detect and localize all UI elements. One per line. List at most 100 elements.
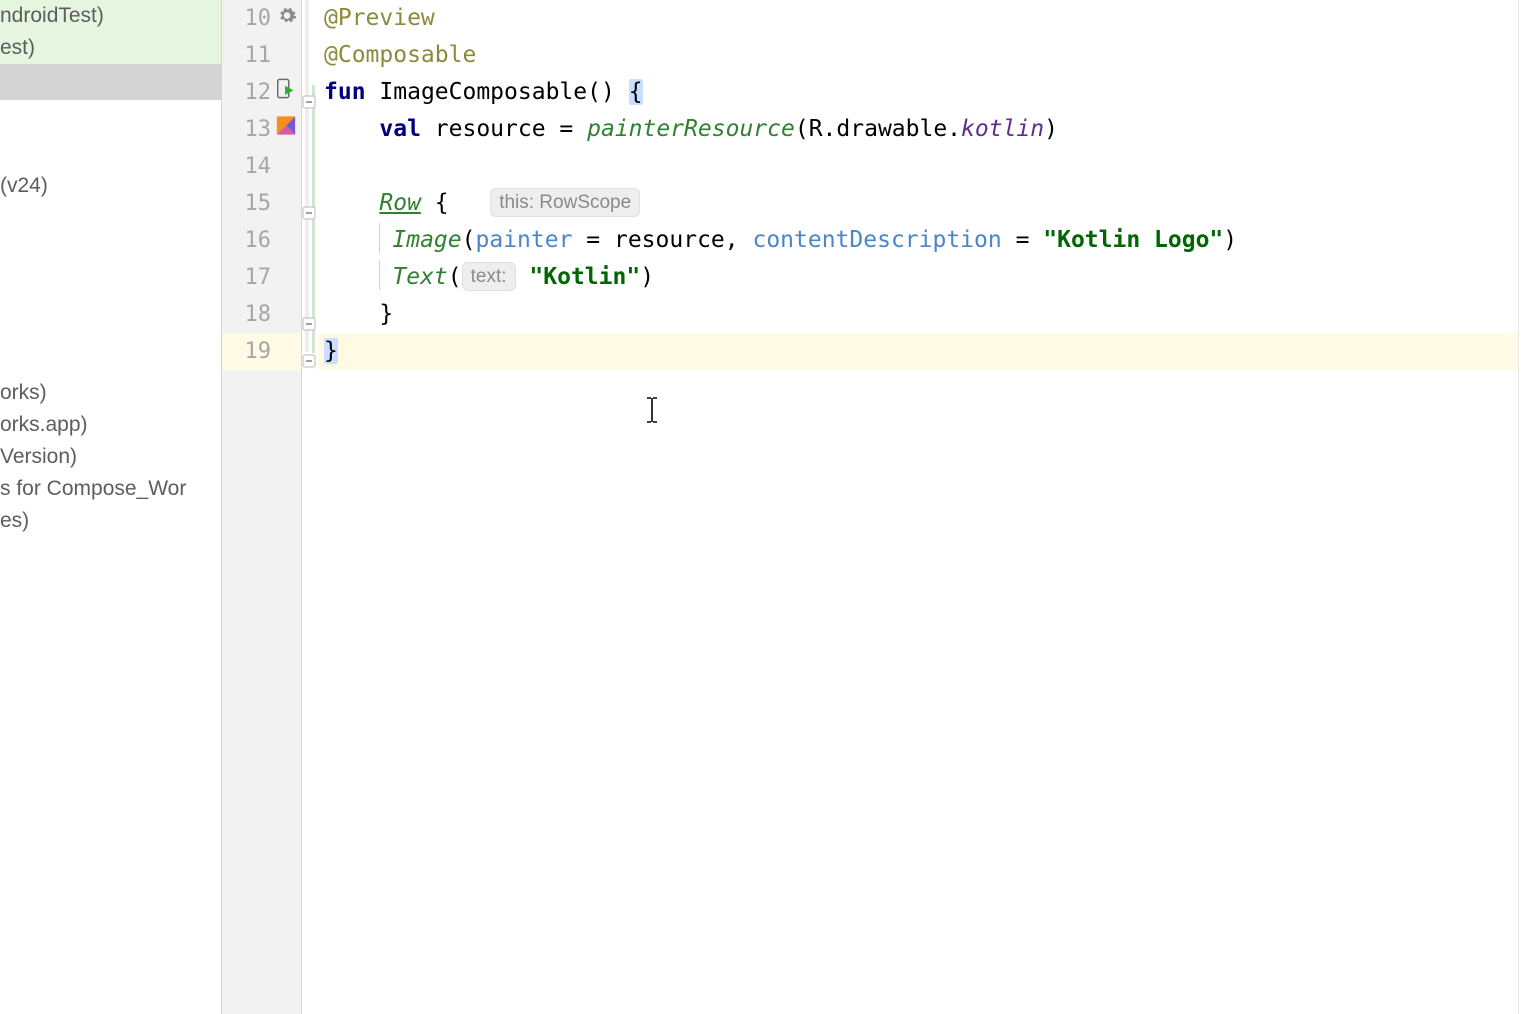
line-number-text: 14 bbox=[245, 154, 272, 179]
code-line[interactable]: } bbox=[318, 296, 1534, 333]
line-number[interactable]: 18 bbox=[222, 296, 301, 333]
brace: } bbox=[379, 301, 393, 327]
line-number-gutter[interactable]: 10 11 12 13 14 15 16 17 18 19 bbox=[222, 0, 302, 1014]
tree-item[interactable]: est) bbox=[0, 32, 221, 64]
text: = bbox=[572, 227, 614, 253]
function-call: Image bbox=[392, 227, 461, 253]
text: { bbox=[421, 190, 449, 216]
code-line[interactable] bbox=[318, 148, 1534, 185]
named-param: contentDescription bbox=[752, 227, 1001, 253]
tree-label: Version) bbox=[0, 445, 77, 468]
line-number-text: 15 bbox=[245, 191, 272, 216]
text: resource, bbox=[614, 227, 752, 253]
inlay-hint: this: RowScope bbox=[490, 188, 640, 217]
indent-guide bbox=[379, 223, 380, 253]
indent bbox=[324, 227, 379, 253]
text: ( bbox=[448, 264, 462, 290]
text bbox=[421, 116, 435, 142]
named-param: painter bbox=[476, 227, 573, 253]
line-number[interactable]: 17 bbox=[222, 259, 301, 296]
annotation: @Composable bbox=[324, 42, 476, 68]
line-number[interactable]: 15 bbox=[222, 185, 301, 222]
code-line[interactable]: fun ImageComposable() { bbox=[318, 74, 1534, 111]
kotlin-icon[interactable] bbox=[275, 111, 297, 148]
brace-match: { bbox=[629, 79, 643, 105]
line-number-text: 16 bbox=[245, 228, 272, 253]
code-line[interactable]: Image(painter = resource, contentDescrip… bbox=[318, 222, 1534, 259]
text: ( bbox=[462, 227, 476, 253]
line-number-text: 13 bbox=[245, 117, 272, 142]
line-number[interactable]: 14 bbox=[222, 148, 301, 185]
line-number-text: 18 bbox=[245, 302, 272, 327]
tree-label: orks) bbox=[0, 381, 47, 404]
indent bbox=[324, 264, 379, 290]
function-call: Row bbox=[379, 190, 421, 216]
text: ) bbox=[1044, 116, 1058, 142]
tree-label: orks.app) bbox=[0, 413, 88, 436]
tree-label: est) bbox=[0, 36, 35, 59]
line-number[interactable]: 12 bbox=[222, 74, 301, 111]
text: ) bbox=[1223, 227, 1237, 253]
text-cursor-icon bbox=[642, 396, 662, 435]
function-name: ImageComposable bbox=[379, 79, 587, 105]
indent bbox=[324, 190, 379, 216]
fold-toggle-icon[interactable] bbox=[302, 205, 316, 219]
line-number-text: 12 bbox=[245, 80, 272, 105]
tree-item[interactable]: orks) bbox=[0, 377, 221, 409]
identifier: resource bbox=[435, 116, 546, 142]
fold-column[interactable] bbox=[302, 0, 318, 1014]
tree-item[interactable]: Version) bbox=[0, 441, 221, 473]
tree-label: es) bbox=[0, 509, 29, 532]
code-line[interactable]: val resource = painterResource(R.drawabl… bbox=[318, 111, 1534, 148]
text bbox=[615, 79, 629, 105]
tree-item[interactable]: s for Compose_Wor bbox=[0, 473, 221, 505]
code-line-current[interactable]: } bbox=[318, 333, 1534, 370]
property: kotlin bbox=[961, 116, 1044, 142]
code-line[interactable]: Text(text: "Kotlin") bbox=[318, 259, 1534, 296]
text: () bbox=[587, 79, 615, 105]
inlay-hint: text: bbox=[462, 262, 516, 291]
code-editor[interactable]: @Preview @Composable fun ImageComposable… bbox=[318, 0, 1534, 1014]
tree-label: ndroidTest) bbox=[0, 4, 104, 27]
string-literal: "Kotlin Logo" bbox=[1043, 227, 1223, 253]
brace-match: } bbox=[324, 338, 338, 364]
fold-end-icon[interactable] bbox=[302, 353, 316, 367]
tree-item[interactable]: orks.app) bbox=[0, 409, 221, 441]
code-line[interactable]: @Composable bbox=[318, 37, 1534, 74]
keyword: val bbox=[379, 116, 421, 142]
text: ( bbox=[795, 116, 809, 142]
tree-item-selected[interactable] bbox=[0, 64, 221, 100]
tree-item[interactable]: es) bbox=[0, 505, 221, 537]
error-stripe[interactable] bbox=[1518, 0, 1534, 1014]
annotation: @Preview bbox=[324, 5, 435, 31]
text bbox=[516, 264, 530, 290]
indent bbox=[324, 301, 379, 327]
fold-toggle-icon[interactable] bbox=[302, 94, 316, 108]
line-number-text: 11 bbox=[245, 43, 272, 68]
function-call: painterResource bbox=[587, 116, 795, 142]
line-number[interactable]: 19 bbox=[222, 333, 301, 370]
line-number-text: 10 bbox=[245, 6, 272, 31]
indent bbox=[324, 116, 379, 142]
text bbox=[366, 79, 380, 105]
line-number[interactable]: 11 bbox=[222, 37, 301, 74]
string-literal: "Kotlin" bbox=[529, 264, 640, 290]
text bbox=[449, 190, 491, 216]
gear-icon[interactable] bbox=[277, 0, 297, 37]
line-number[interactable]: 16 bbox=[222, 222, 301, 259]
line-number-text: 19 bbox=[245, 339, 272, 364]
code-line[interactable]: @Preview bbox=[318, 0, 1534, 37]
text: = bbox=[1002, 227, 1044, 253]
line-number-text: 17 bbox=[245, 265, 272, 290]
tree-item[interactable]: (v24) bbox=[0, 170, 221, 202]
line-number[interactable]: 13 bbox=[222, 111, 301, 148]
indent-guide bbox=[379, 260, 380, 290]
line-number[interactable]: 10 bbox=[222, 0, 301, 37]
fold-end-icon[interactable] bbox=[302, 316, 316, 330]
text: R.drawable. bbox=[809, 116, 961, 142]
code-line[interactable]: Row { this: RowScope bbox=[318, 185, 1534, 222]
text: = bbox=[546, 116, 588, 142]
run-icon[interactable] bbox=[275, 74, 297, 111]
tree-item[interactable]: ndroidTest) bbox=[0, 0, 221, 32]
project-tree[interactable]: ndroidTest) est) (v24) orks) orks.app) V… bbox=[0, 0, 222, 1014]
